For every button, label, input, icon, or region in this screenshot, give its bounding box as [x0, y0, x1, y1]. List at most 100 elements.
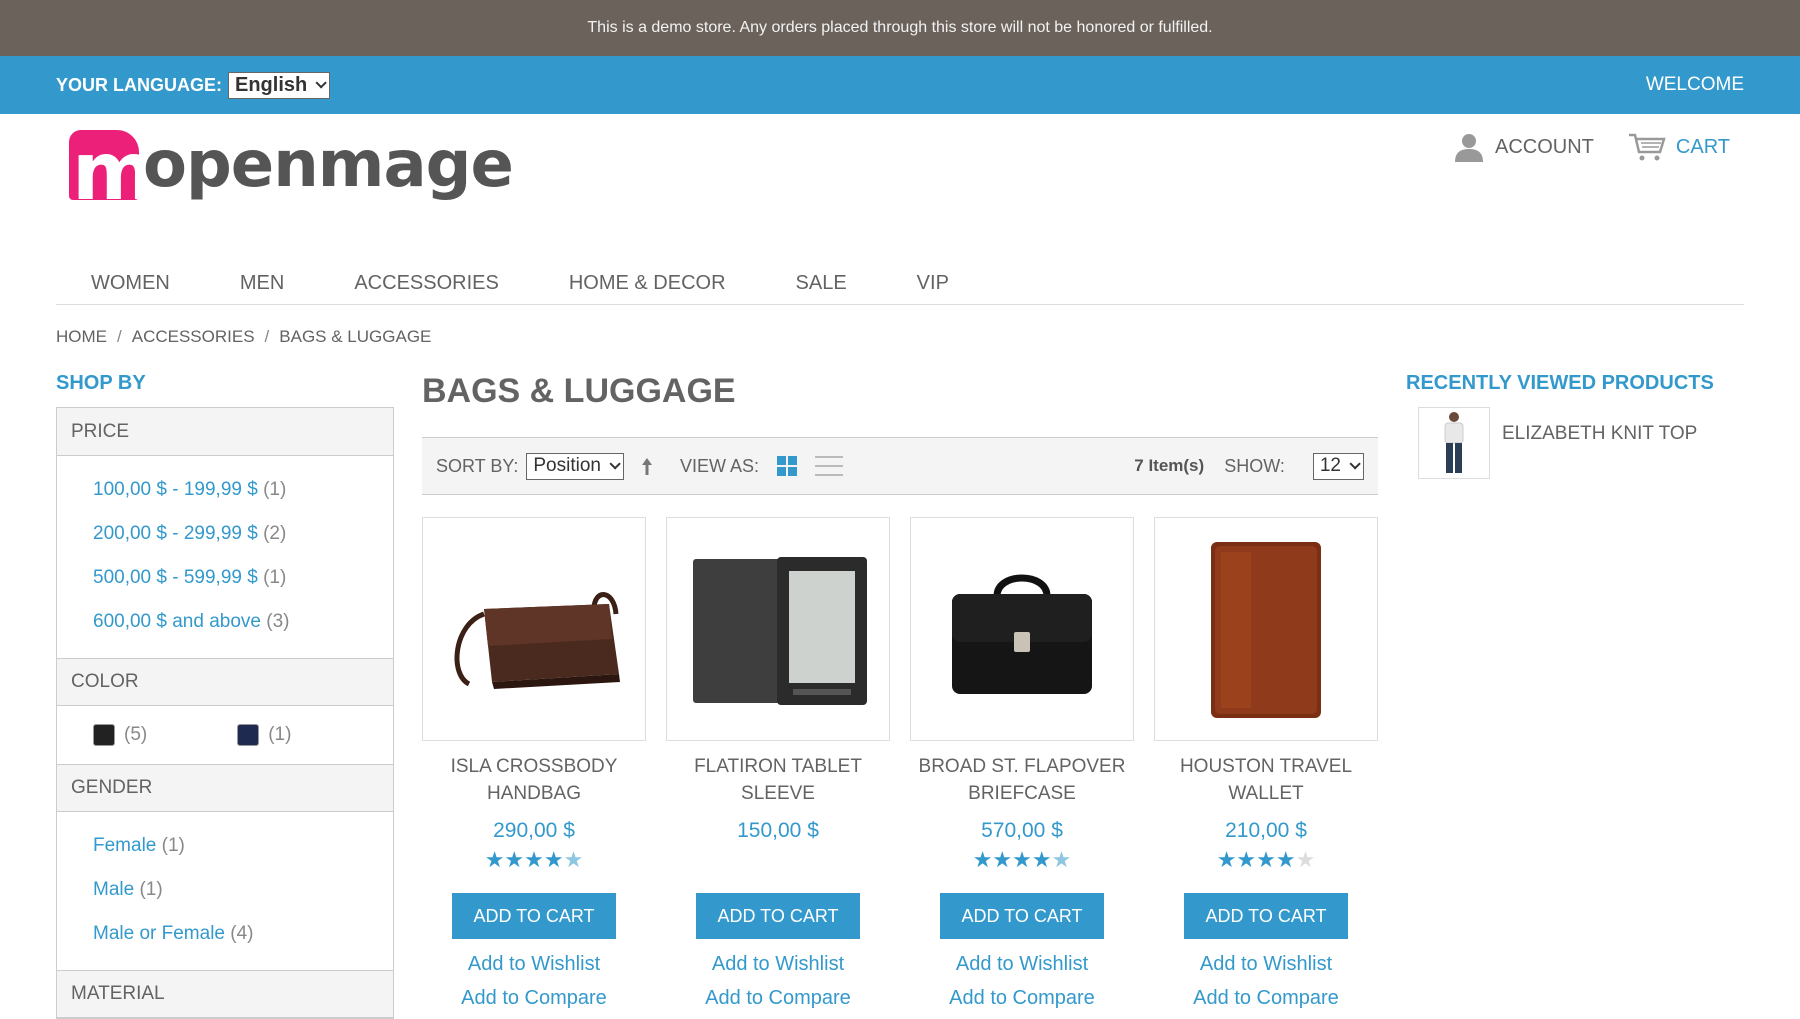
- show-label: SHOW:: [1224, 455, 1285, 476]
- product-price: 570,00 $: [981, 819, 1063, 842]
- product-price: 210,00 $: [1225, 819, 1307, 842]
- limit-select[interactable]: 12: [1312, 452, 1364, 480]
- filter-color-heading: COLOR: [57, 658, 393, 706]
- rating-stars: ★★★★ ★: [1216, 847, 1316, 872]
- breadcrumb-accessories[interactable]: ACCESSORIES: [132, 327, 255, 347]
- filter-price-heading: PRICE: [57, 408, 393, 456]
- cart-label: CART: [1675, 135, 1730, 158]
- cart-link[interactable]: CART: [1628, 132, 1730, 162]
- filter-material: MATERIAL: [57, 970, 393, 1018]
- main-nav: WOMEN MEN ACCESSORIES HOME & DECOR SALE …: [56, 261, 1744, 305]
- sort-by-select[interactable]: Position: [526, 452, 624, 480]
- product-card: FLATIRON TABLET SLEEVE 150,00 $ ADD TO C…: [666, 517, 890, 1015]
- tablet-sleeve-image: [693, 557, 867, 705]
- add-to-compare-link[interactable]: Add to Compare: [666, 981, 890, 1015]
- product-image[interactable]: [910, 517, 1134, 741]
- recently-viewed-title: RECENTLY VIEWED PRODUCTS: [1406, 372, 1714, 394]
- cart-icon: [1628, 133, 1666, 161]
- crossbody-handbag-image: [454, 592, 620, 689]
- sort-direction-icon[interactable]: [640, 456, 654, 476]
- language-bar: YOUR LANGUAGE: English WELCOME: [0, 56, 1800, 114]
- color-swatch-black[interactable]: (5): [93, 724, 147, 746]
- product-image[interactable]: [1154, 517, 1378, 741]
- filter-material-heading: MATERIAL: [57, 970, 393, 1018]
- product-name[interactable]: ISLA CROSSBODY HANDBAG: [422, 753, 646, 807]
- welcome-message: WELCOME: [1645, 74, 1744, 95]
- filter-box: PRICE 100,00 $ - 199,99 $ (1) 200,00 $ -…: [56, 407, 394, 1019]
- recently-viewed: RECENTLY VIEWED PRODUCTS ELIZABETH KNIT …: [1406, 372, 1714, 479]
- category-main: BAGS & LUGGAGE SORT BY: Position VIEW AS…: [422, 372, 1378, 1015]
- add-to-wishlist-link[interactable]: Add to Wishlist: [422, 947, 646, 981]
- nav-item-sale[interactable]: SALE: [796, 261, 847, 304]
- price-filter-option[interactable]: 200,00 $ - 299,99 $ (2): [93, 512, 393, 556]
- store-logo[interactable]: m openmage: [69, 128, 514, 202]
- rating-stars: ★★★★ ★: [972, 847, 1072, 872]
- price-filter-option[interactable]: 600,00 $ and above (3): [93, 600, 393, 644]
- language-switcher: YOUR LANGUAGE: English: [56, 71, 331, 99]
- swatch-chip: [93, 724, 115, 746]
- account-label: ACCOUNT: [1495, 135, 1594, 158]
- nav-item-accessories[interactable]: ACCESSORIES: [354, 261, 498, 304]
- category-toolbar: SORT BY: Position VIEW AS: 7 Item(s) SHO…: [422, 437, 1378, 495]
- recent-product-name[interactable]: ELIZABETH KNIT TOP: [1502, 423, 1697, 445]
- briefcase-image: [952, 574, 1092, 694]
- demo-notice: This is a demo store. Any orders placed …: [0, 0, 1800, 56]
- breadcrumb-separator: /: [117, 327, 122, 346]
- add-to-wishlist-link[interactable]: Add to Wishlist: [1154, 947, 1378, 981]
- gender-filter-option[interactable]: Male or Female (4): [93, 912, 393, 956]
- breadcrumb-home[interactable]: HOME: [56, 327, 107, 347]
- nav-item-vip[interactable]: VIP: [917, 261, 949, 304]
- add-to-wishlist-link[interactable]: Add to Wishlist: [910, 947, 1134, 981]
- gender-filter-option[interactable]: Female (1): [93, 824, 393, 868]
- list-view-icon[interactable]: [815, 456, 844, 476]
- price-filter-option[interactable]: 100,00 $ - 199,99 $ (1): [93, 468, 393, 512]
- add-to-compare-link[interactable]: Add to Compare: [1154, 981, 1378, 1015]
- language-select-value: English: [235, 73, 308, 96]
- travel-wallet-image: [1211, 542, 1321, 718]
- rating-stars: [666, 843, 890, 877]
- sort-by-label: SORT BY:: [436, 455, 519, 476]
- filter-gender-heading: GENDER: [57, 764, 393, 812]
- chevron-down-icon: [315, 77, 328, 89]
- product-card: BROAD ST. FLAPOVER BRIEFCASE 570,00 $ ★★…: [910, 517, 1134, 1015]
- site-header: m openmage ACCOUNT CART: [0, 114, 1800, 262]
- add-to-cart-button[interactable]: ADD TO CART: [940, 893, 1104, 939]
- product-name[interactable]: BROAD ST. FLAPOVER BRIEFCASE: [910, 753, 1134, 807]
- recent-product-image[interactable]: [1418, 407, 1490, 479]
- chevron-down-icon: [1349, 458, 1361, 470]
- add-to-cart-button[interactable]: ADD TO CART: [452, 893, 616, 939]
- add-to-compare-link[interactable]: Add to Compare: [910, 981, 1134, 1015]
- add-to-cart-button[interactable]: ADD TO CART: [696, 893, 860, 939]
- language-label: YOUR LANGUAGE:: [56, 74, 222, 95]
- add-to-wishlist-link[interactable]: Add to Wishlist: [666, 947, 890, 981]
- price-filter-option[interactable]: 500,00 $ - 599,99 $ (1): [93, 556, 393, 600]
- logo-text: openmage: [143, 128, 514, 202]
- product-image[interactable]: [422, 517, 646, 741]
- user-icon: [1455, 134, 1484, 162]
- chevron-down-icon: [609, 458, 621, 470]
- nav-item-men[interactable]: MEN: [240, 261, 284, 304]
- recently-viewed-item[interactable]: ELIZABETH KNIT TOP: [1418, 407, 1714, 479]
- breadcrumb-current: BAGS & LUGGAGE: [279, 327, 432, 346]
- page-title: BAGS & LUGGAGE: [422, 372, 736, 410]
- swatch-chip: [237, 724, 260, 746]
- shop-by-title: SHOP BY: [56, 372, 146, 394]
- account-link[interactable]: ACCOUNT: [1453, 132, 1594, 162]
- grid-view-icon[interactable]: [777, 456, 798, 476]
- product-name[interactable]: HOUSTON TRAVEL WALLET: [1154, 753, 1378, 807]
- language-select[interactable]: English: [228, 71, 331, 99]
- nav-item-women[interactable]: WOMEN: [91, 261, 170, 304]
- gender-filter-option[interactable]: Male (1): [93, 868, 393, 912]
- product-image[interactable]: [666, 517, 890, 741]
- rating-stars: ★★★★ ★: [484, 847, 584, 872]
- item-count: 7 Item(s): [1134, 456, 1205, 475]
- header-links: ACCOUNT CART: [1453, 132, 1730, 162]
- color-swatch-navy[interactable]: (1): [237, 724, 291, 746]
- product-card: ISLA CROSSBODY HANDBAG 290,00 $ ★★★★ ★ AD…: [422, 517, 646, 1015]
- product-name[interactable]: FLATIRON TABLET SLEEVE: [666, 753, 890, 807]
- logo-mark: m: [69, 130, 139, 200]
- nav-item-home-decor[interactable]: HOME & DECOR: [569, 261, 726, 304]
- add-to-compare-link[interactable]: Add to Compare: [422, 981, 646, 1015]
- add-to-cart-button[interactable]: ADD TO CART: [1184, 893, 1348, 939]
- product-grid: ISLA CROSSBODY HANDBAG 290,00 $ ★★★★ ★ AD…: [422, 517, 1378, 1015]
